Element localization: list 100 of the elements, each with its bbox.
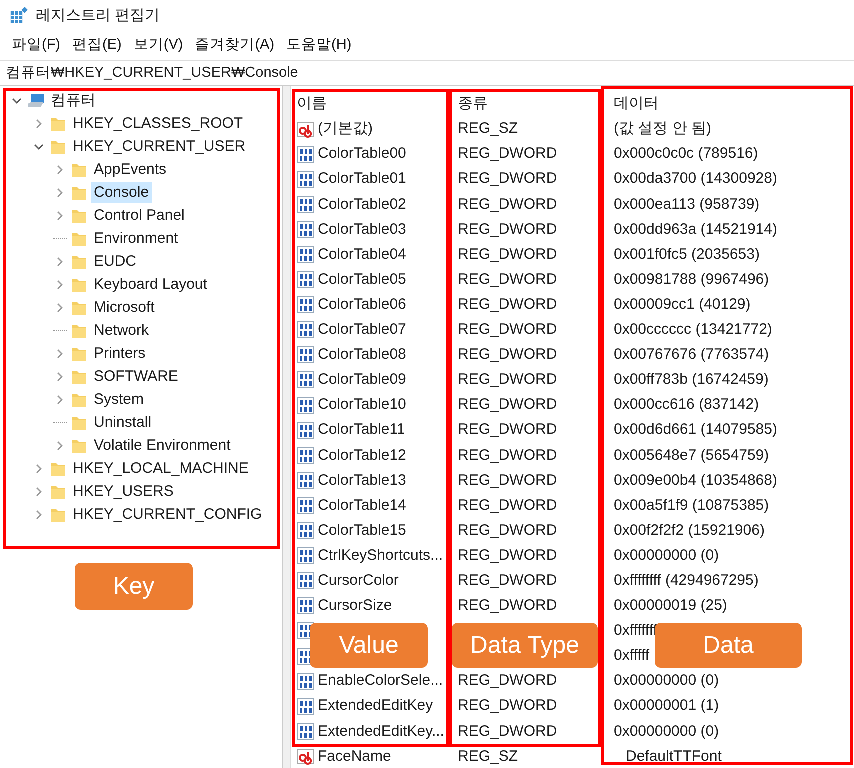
value-name[interactable]: ColorTable12 <box>318 444 406 468</box>
tree-item[interactable]: Environment <box>91 228 182 249</box>
binary-value-icon <box>297 597 315 616</box>
binary-value-icon <box>297 296 315 314</box>
menu-item[interactable]: 파일(F) <box>6 35 67 57</box>
value-name[interactable]: FaceName <box>318 746 392 768</box>
value-data: 0x00000000 (0) <box>614 672 720 690</box>
binary-value-icon <box>297 672 315 691</box>
tree-item[interactable]: Control Panel <box>91 205 188 226</box>
folder-icon <box>70 322 88 338</box>
tree-item[interactable]: Keyboard Layout <box>91 274 210 295</box>
binary-value-icon <box>297 522 315 540</box>
value-data: 0xffffffff (4294967295) <box>614 572 759 589</box>
value-name[interactable]: EnableColorSele... <box>318 670 444 693</box>
binary-value-icon <box>297 321 315 340</box>
value-data: 0x00da3700 (14300928) <box>614 170 778 188</box>
value-data: 0xfffff <box>614 647 650 664</box>
value-type: REG_DWORD <box>458 321 558 338</box>
menu-item[interactable]: 보기(V) <box>128 35 190 57</box>
value-name[interactable]: ColorTable09 <box>318 369 406 392</box>
value-name[interactable]: ColorTable06 <box>318 294 406 316</box>
value-name[interactable]: ColorTable03 <box>318 218 406 242</box>
value-name[interactable]: ColorTable05 <box>318 268 406 292</box>
folder-icon <box>49 460 67 476</box>
value-data: 0x00a5f1f9 (10875385) <box>614 496 770 514</box>
tree-item[interactable]: Network <box>91 320 152 341</box>
value-type: REG_DWORD <box>458 496 558 514</box>
tree-item[interactable]: HKEY_LOCAL_MACHINE <box>70 458 252 479</box>
value-data: 0x00000000 (0) <box>614 722 720 740</box>
folder-icon <box>70 208 88 224</box>
value-name[interactable]: CursorSize <box>318 595 392 618</box>
folder-icon <box>70 254 88 270</box>
tree-item[interactable]: System <box>91 389 148 410</box>
menu-item[interactable]: 편집(E) <box>66 35 128 57</box>
value-type: REG_DWORD <box>458 220 558 238</box>
value-data: 0x000c0c0c (789516) <box>614 145 758 162</box>
value-type: REG_SZ <box>458 120 518 138</box>
value-data: DefaultTTFont <box>625 748 722 765</box>
value-name[interactable]: ExtendedEditKey <box>318 695 434 718</box>
value-name[interactable]: ColorTable11 <box>318 419 406 442</box>
value-name[interactable]: ColorTable10 <box>318 394 406 417</box>
value-data: 0x001f0fc5 (2035653) <box>614 246 760 263</box>
folder-icon <box>70 414 88 430</box>
value-type: REG_DWORD <box>458 546 558 564</box>
value-name[interactable]: ColorTable14 <box>318 494 406 518</box>
value-name[interactable]: ColorTable13 <box>318 470 406 492</box>
value-name[interactable]: ExtendedEditKey... <box>318 720 444 744</box>
tree-item[interactable]: Printers <box>91 343 149 364</box>
tree-item[interactable]: Console <box>91 182 152 203</box>
registry-icon <box>10 7 28 25</box>
value-data: 0x00981788 (9967496) <box>614 270 770 288</box>
value-name[interactable]: ColorTable02 <box>318 194 406 216</box>
value-data: 0x00000019 (25) <box>614 597 728 614</box>
value-data: 0x00000001 (1) <box>614 697 720 714</box>
menu-item[interactable]: 즐겨찾기(A) <box>189 35 281 57</box>
tree-item[interactable]: SOFTWARE <box>91 366 182 387</box>
value-name[interactable]: ColorTable01 <box>318 168 406 191</box>
binary-value-icon <box>297 371 315 390</box>
value-name[interactable]: ColorTable15 <box>318 520 406 542</box>
binary-value-icon <box>297 346 315 364</box>
folder-icon <box>70 300 88 316</box>
folder-icon <box>70 230 88 246</box>
binary-value-icon <box>297 271 315 290</box>
value-data: 0x00cccccc (13421772) <box>614 321 772 338</box>
value-data: 0x009e00b4 (10354868) <box>614 472 778 489</box>
address-bar[interactable]: 컴퓨터₩HKEY_CURRENT_USER₩Console <box>0 60 854 86</box>
value-type: REG_DWORD <box>458 246 558 263</box>
value-data: (값 설정 안 됨) <box>614 120 712 138</box>
value-data: 0x000cc616 (837142) <box>614 396 760 414</box>
binary-value-icon <box>297 547 315 566</box>
value-data: 0x00767676 (7763574) <box>614 346 770 364</box>
tree-item[interactable]: HKEY_CURRENT_CONFIG <box>70 504 266 525</box>
folder-icon <box>49 116 67 132</box>
column-header[interactable]: 데이터 <box>614 94 659 112</box>
tree-item[interactable]: AppEvents <box>91 159 170 180</box>
tree-item[interactable]: Microsoft <box>91 297 158 318</box>
tree-item[interactable]: HKEY_CURRENT_USER <box>70 136 249 157</box>
value-name[interactable]: ColorTable00 <box>318 143 406 166</box>
value-name[interactable]: CursorColor <box>318 570 399 592</box>
tree-item[interactable]: Uninstall <box>91 412 155 433</box>
tree-item[interactable]: HKEY_CLASSES_ROOT <box>70 113 246 134</box>
binary-value-icon <box>297 146 315 164</box>
column-header[interactable]: 종류 <box>458 94 488 112</box>
tree-item[interactable]: 컴퓨터 <box>48 90 99 111</box>
value-name[interactable]: CtrlKeyShortcuts... <box>318 544 444 568</box>
column-header[interactable]: 이름 <box>297 92 327 116</box>
binary-value-icon <box>297 396 315 415</box>
value-type: REG_DWORD <box>458 145 558 162</box>
menu-item[interactable]: 도움말(H) <box>280 35 358 57</box>
tree-item[interactable]: HKEY_USERS <box>70 481 177 502</box>
value-name[interactable]: ColorTable08 <box>318 344 406 367</box>
tree-item[interactable]: Volatile Environment <box>91 435 234 456</box>
value-type: REG_DWORD <box>458 296 558 313</box>
tree-item[interactable]: EUDC <box>91 251 140 272</box>
value-name[interactable]: ColorTable07 <box>318 319 406 342</box>
splitter-bar[interactable] <box>283 86 291 768</box>
value-name[interactable]: (기본값) <box>318 118 373 141</box>
value-data: 0x00d6d661 (14079585) <box>614 421 778 438</box>
value-name[interactable]: ColorTable04 <box>318 244 406 266</box>
folder-icon <box>70 162 88 178</box>
